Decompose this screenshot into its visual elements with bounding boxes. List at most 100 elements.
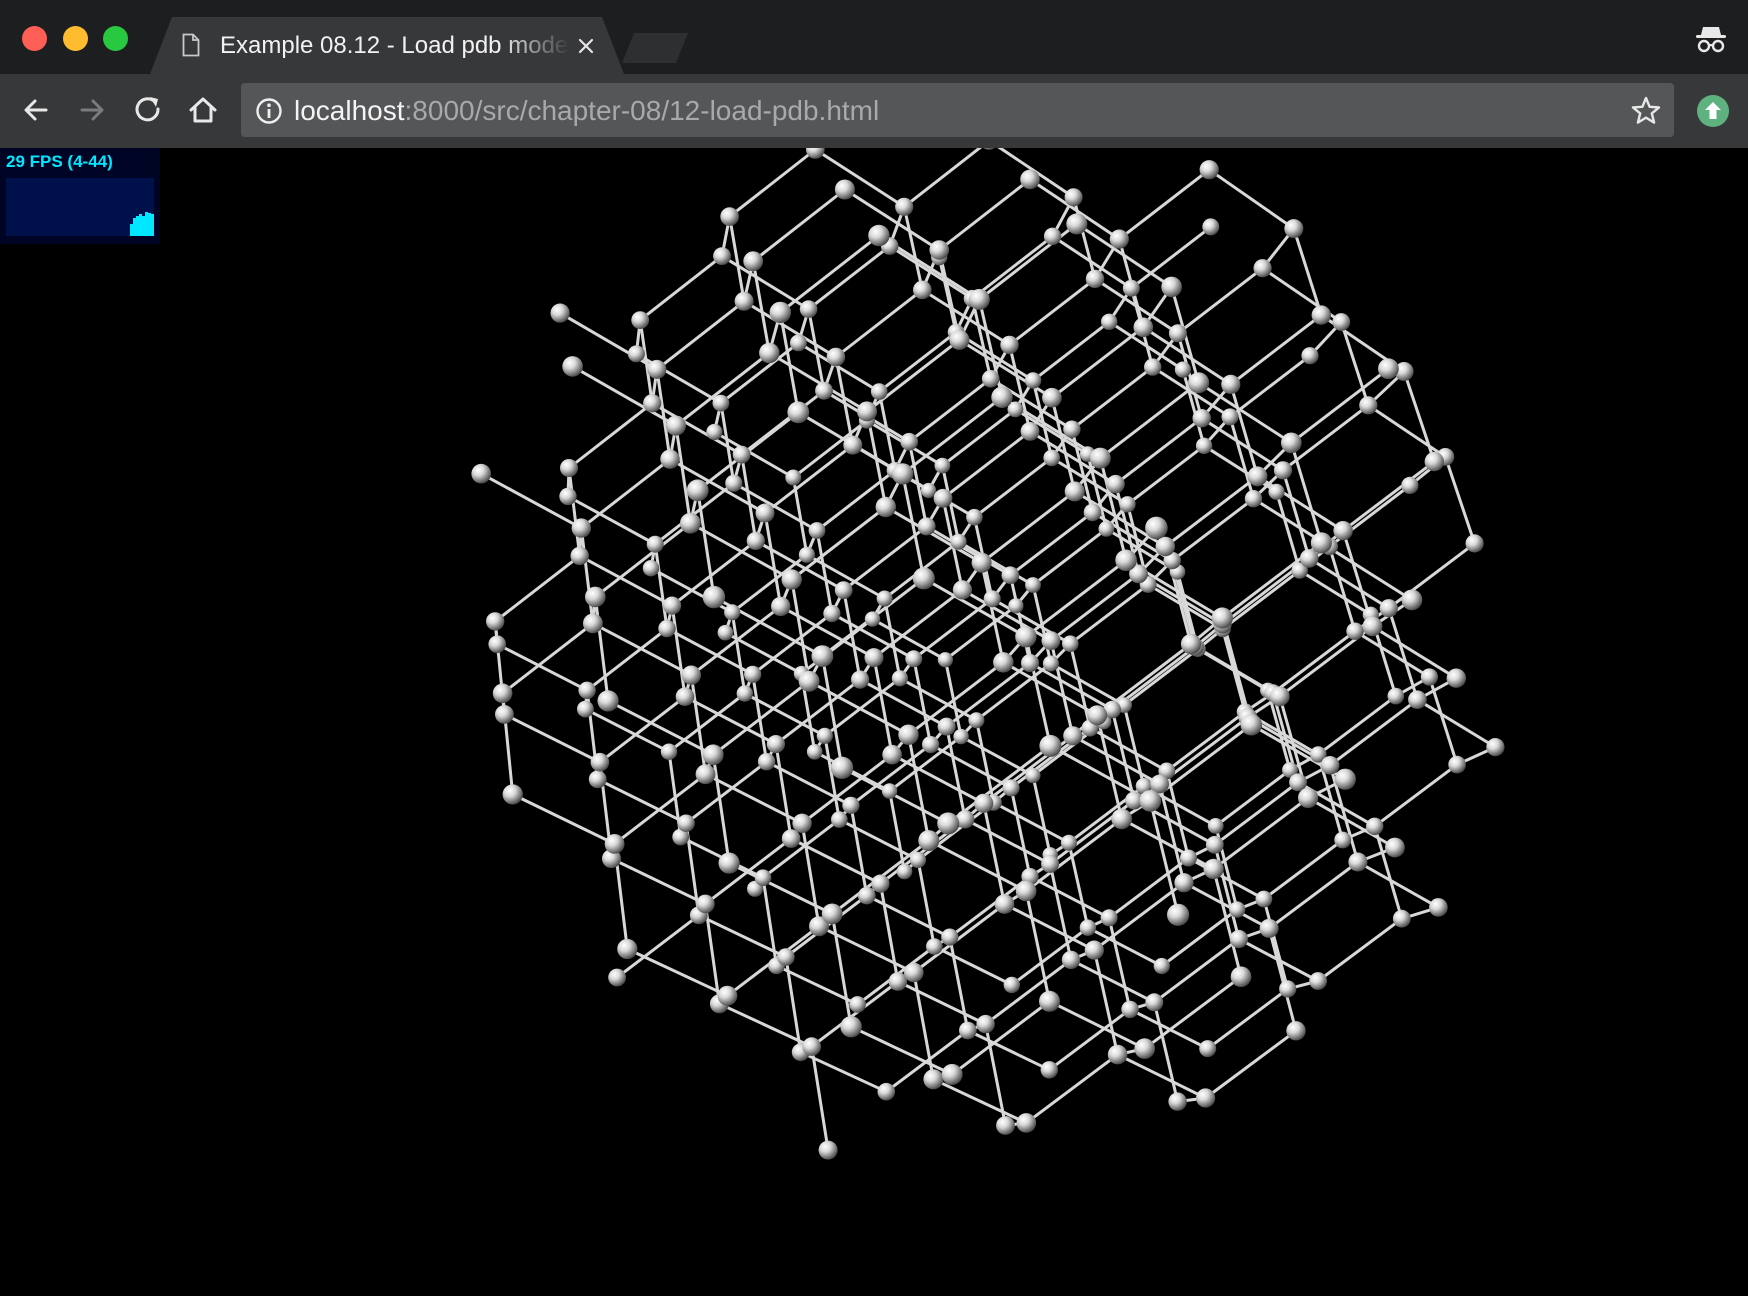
bond — [1158, 783, 1186, 884]
bond — [579, 527, 595, 624]
bond — [653, 543, 669, 629]
atom — [808, 522, 826, 539]
atom — [1021, 654, 1039, 672]
atom — [1448, 755, 1466, 774]
atom — [806, 744, 823, 760]
forward-icon[interactable] — [74, 92, 110, 128]
molecule-render[interactable] — [0, 148, 1748, 1296]
atom — [1311, 305, 1332, 325]
atom — [702, 744, 724, 766]
bond — [1289, 442, 1323, 544]
url-text[interactable]: localhost:8000/src/chapter-08/12-load-pd… — [294, 94, 879, 128]
star-icon[interactable] — [1630, 95, 1662, 127]
atom — [717, 624, 734, 641]
atom — [1240, 713, 1263, 736]
bond — [764, 443, 854, 515]
atom — [660, 449, 680, 469]
update-icon[interactable] — [1696, 94, 1730, 128]
atom — [1333, 521, 1353, 541]
atom — [1320, 756, 1340, 775]
close-window-button[interactable] — [22, 26, 47, 51]
bond — [730, 612, 747, 694]
atom — [1020, 422, 1040, 441]
atom — [1378, 358, 1399, 380]
atom — [923, 1069, 944, 1090]
bond — [902, 206, 924, 291]
atom — [1119, 496, 1136, 513]
atom — [1098, 521, 1115, 537]
bond — [1008, 277, 1096, 347]
reload-icon[interactable] — [130, 92, 166, 128]
atom — [1064, 188, 1083, 207]
bond — [815, 530, 834, 614]
atom — [1301, 347, 1319, 365]
close-icon[interactable] — [574, 34, 598, 58]
atom — [1211, 607, 1233, 629]
atom — [757, 753, 776, 771]
atom — [1083, 503, 1102, 522]
atom — [1106, 474, 1125, 494]
atom — [1486, 738, 1505, 757]
atom — [1039, 990, 1060, 1012]
atom — [1041, 854, 1060, 873]
atom — [1145, 516, 1168, 540]
atom — [991, 386, 1013, 408]
atom — [1062, 635, 1079, 652]
bond — [971, 235, 1054, 300]
atom — [1420, 668, 1438, 686]
atom — [777, 948, 795, 966]
atom — [1155, 536, 1176, 557]
bond — [1152, 1001, 1180, 1102]
bond — [830, 913, 853, 1027]
bond — [728, 861, 833, 916]
atom — [993, 652, 1014, 673]
atom — [1063, 420, 1081, 438]
atom — [857, 401, 877, 422]
atom — [818, 1140, 838, 1160]
atom — [983, 590, 1001, 608]
bond — [1120, 817, 1215, 871]
atom — [1446, 668, 1467, 688]
atom — [926, 938, 943, 955]
atom — [471, 463, 492, 484]
bond — [728, 148, 817, 218]
atom — [842, 796, 860, 814]
bond — [1024, 559, 1128, 638]
atom — [488, 635, 507, 653]
atom — [1002, 779, 1020, 797]
info-icon[interactable] — [255, 97, 283, 125]
atom — [1025, 767, 1041, 784]
atom — [627, 345, 645, 363]
zoom-window-button[interactable] — [103, 26, 128, 51]
bond — [1229, 354, 1311, 419]
new-tab-button[interactable] — [622, 33, 688, 63]
bond — [1032, 320, 1111, 382]
back-icon[interactable] — [18, 92, 54, 128]
fps-bar — [151, 214, 154, 236]
atom — [843, 435, 863, 455]
atom — [696, 894, 715, 914]
tab-title: Example 08.12 - Load pdb models — [220, 32, 570, 59]
atom — [495, 705, 514, 724]
home-icon[interactable] — [185, 92, 221, 128]
atom — [996, 1116, 1015, 1135]
minimize-window-button[interactable] — [63, 26, 88, 51]
atom — [660, 743, 678, 760]
fps-stats-panel[interactable]: 29 FPS (4-44) — [0, 148, 160, 244]
incognito-icon — [1696, 27, 1726, 53]
bond — [1176, 267, 1264, 335]
bond — [494, 554, 581, 623]
atom — [1041, 631, 1061, 650]
atom — [608, 968, 626, 987]
tab-strip: Example 08.12 - Load pdb models — [0, 0, 1748, 74]
atom — [1202, 218, 1220, 236]
atom — [981, 370, 1000, 388]
atom — [1195, 437, 1213, 454]
atom — [1024, 372, 1042, 389]
atom — [851, 670, 870, 689]
bond — [912, 597, 994, 660]
atom — [604, 834, 625, 854]
atom — [1064, 481, 1085, 502]
atom — [562, 356, 583, 377]
atom — [588, 770, 607, 789]
